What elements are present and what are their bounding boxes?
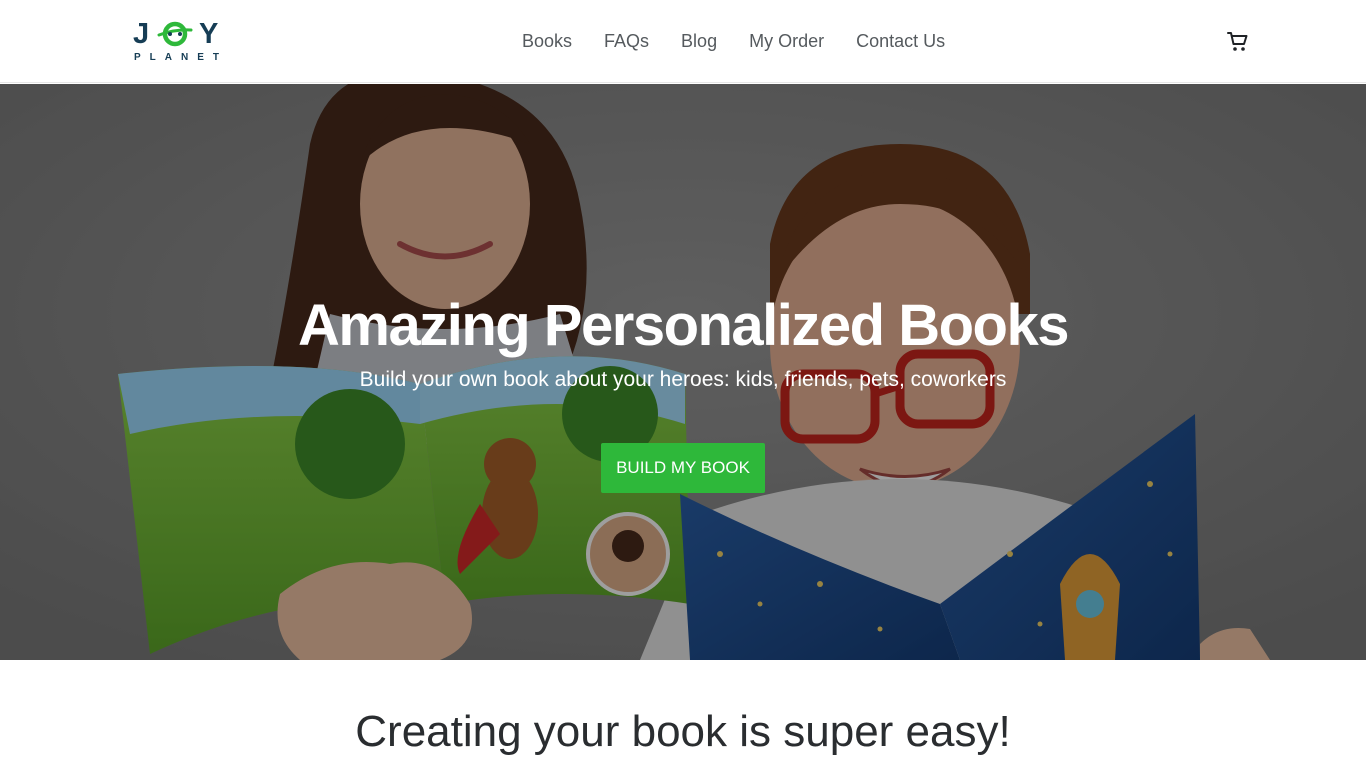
site-header: J Y PLANET Books FAQs Blog My Order Cont… [0, 0, 1366, 83]
nav-item-books[interactable]: Books [522, 31, 572, 52]
hero-title: Amazing Personalized Books [298, 293, 1069, 358]
logo-wordmark: J Y [133, 18, 229, 50]
logo-subtitle: PLANET [134, 52, 228, 63]
build-my-book-button[interactable]: BUILD MY BOOK [601, 443, 765, 493]
hero-section: Amazing Personalized Books Build your ow… [0, 84, 1366, 660]
nav-item-faqs[interactable]: FAQs [604, 31, 649, 52]
nav-item-my-order[interactable]: My Order [749, 31, 824, 52]
nav-item-blog[interactable]: Blog [681, 31, 717, 52]
nav-item-contact-us[interactable]: Contact Us [856, 31, 945, 52]
cart-icon[interactable] [1226, 30, 1250, 54]
logo-letter-y: Y [199, 18, 220, 50]
logo-letter-j: J [133, 18, 151, 50]
hero-subtitle: Build your own book about your heroes: k… [359, 368, 1007, 391]
main-nav: Books FAQs Blog My Order Contact Us [506, 28, 961, 54]
planet-icon [157, 21, 193, 47]
section-title: Creating your book is super easy! [355, 707, 1011, 756]
joy-planet-logo[interactable]: J Y PLANET [133, 18, 233, 68]
